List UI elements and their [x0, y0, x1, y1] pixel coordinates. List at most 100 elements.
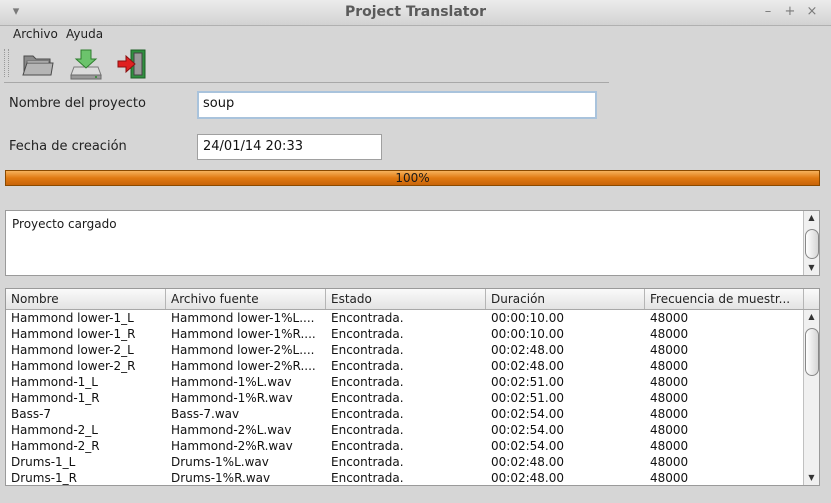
cell-archivo-fuente: Drums-1%R.wav — [171, 471, 271, 485]
table-row[interactable]: Drums-1_L Drums-1%L.wav Encontrada. 00:02:4… — [6, 454, 803, 470]
cell-estado: Encontrada. — [331, 471, 404, 485]
cell-duracion: 00:02:54.00 — [491, 423, 564, 437]
cell-estado: Encontrada. — [331, 375, 404, 389]
column-header-estado[interactable]: Estado — [326, 289, 486, 309]
toolbar-grip[interactable] — [4, 49, 9, 77]
cell-archivo-fuente: Hammond-2%R.wav — [171, 439, 293, 453]
cell-archivo-fuente: Hammond lower-1%L.... — [171, 311, 315, 325]
cell-duracion: 00:02:54.00 — [491, 439, 564, 453]
scroll-up-icon[interactable]: ▲ — [804, 211, 819, 225]
log-scrollbar[interactable]: ▲ ▼ — [803, 211, 819, 275]
cell-nombre: Hammond-1_R — [11, 391, 100, 405]
creation-date-label: Fecha de creación — [9, 139, 127, 154]
menu-ayuda[interactable]: Ayuda — [66, 27, 103, 41]
drive-download-icon — [70, 49, 102, 80]
cell-frecuencia: 48000 — [650, 375, 689, 389]
scroll-down-icon[interactable]: ▼ — [804, 471, 819, 485]
cell-archivo-fuente: Hammond-2%L.wav — [171, 423, 292, 437]
column-header-nombre[interactable]: Nombre — [6, 289, 166, 309]
exit-button[interactable] — [114, 47, 150, 81]
cell-archivo-fuente: Hammond-1%L.wav — [171, 375, 292, 389]
cell-frecuencia: 48000 — [650, 439, 689, 453]
table-row[interactable]: Hammond-2_R Hammond-2%R.wav Encontrada. 00:… — [6, 438, 803, 454]
cell-archivo-fuente: Drums-1%L.wav — [171, 455, 269, 469]
cell-estado: Encontrada. — [331, 327, 404, 341]
cell-duracion: 00:02:48.00 — [491, 343, 564, 357]
table-row[interactable]: Bass-7 Bass-7.wav Encontrada. 00:02:54.00 48… — [6, 406, 803, 422]
cell-estado: Encontrada. — [331, 455, 404, 469]
table-row[interactable]: Hammond-1_L Hammond-1%L.wav Encontrada. 00:… — [6, 374, 803, 390]
table-row[interactable]: Hammond lower-2_R Hammond lower-2%R.... En… — [6, 358, 803, 374]
minimize-icon[interactable]: – — [760, 4, 776, 20]
cell-archivo-fuente: Hammond lower-1%R.... — [171, 327, 316, 341]
cell-nombre: Hammond lower-1_R — [11, 327, 136, 341]
cell-nombre: Drums-1_R — [11, 471, 78, 485]
table-row[interactable]: Drums-1_R Drums-1%R.wav Encontrada. 00:02:4… — [6, 470, 803, 485]
cell-archivo-fuente: Hammond-1%R.wav — [171, 391, 293, 405]
column-header-archivo-fuente[interactable]: Archivo fuente — [166, 289, 326, 309]
cell-archivo-fuente: Bass-7.wav — [171, 407, 240, 421]
progress-text: 100% — [395, 171, 430, 185]
cell-duracion: 00:02:48.00 — [491, 359, 564, 373]
table-scroll-thumb[interactable] — [805, 328, 819, 376]
cell-duracion: 00:00:10.00 — [491, 327, 564, 341]
cell-nombre: Hammond-2_R — [11, 439, 100, 453]
translate-button[interactable] — [68, 47, 104, 81]
cell-estado: Encontrada. — [331, 311, 404, 325]
cell-frecuencia: 48000 — [650, 359, 689, 373]
column-header-frecuencia[interactable]: Frecuencia de muestr... — [645, 289, 804, 309]
open-project-button[interactable] — [20, 47, 56, 81]
cell-duracion: 00:02:51.00 — [491, 375, 564, 389]
close-icon[interactable]: × — [804, 4, 820, 20]
cell-estado: Encontrada. — [331, 359, 404, 373]
table-row[interactable]: Hammond-2_L Hammond-2%L.wav Encontrada. 00:… — [6, 422, 803, 438]
table-header: Nombre Archivo fuente Estado Duración Fr… — [6, 289, 819, 310]
log-text: Proyecto cargado — [12, 217, 117, 231]
cell-frecuencia: 48000 — [650, 423, 689, 437]
table-row[interactable]: Hammond lower-2_L Hammond lower-2%L.... En… — [6, 342, 803, 358]
title-bar: ▾ Project Translator – + × — [0, 0, 831, 26]
cell-estado: Encontrada. — [331, 423, 404, 437]
folder-icon — [22, 55, 54, 76]
cell-estado: Encontrada. — [331, 391, 404, 405]
cell-frecuencia: 48000 — [650, 407, 689, 421]
maximize-icon[interactable]: + — [782, 4, 798, 20]
cell-frecuencia: 48000 — [650, 391, 689, 405]
scroll-up-icon[interactable]: ▲ — [804, 310, 819, 324]
cell-duracion: 00:00:10.00 — [491, 311, 564, 325]
cell-archivo-fuente: Hammond lower-2%L.... — [171, 343, 315, 357]
log-area[interactable]: Proyecto cargado ▲ ▼ — [5, 210, 820, 276]
table-row[interactable]: Hammond-1_R Hammond-1%R.wav Encontrada. 00:… — [6, 390, 803, 406]
toolbar — [4, 45, 609, 83]
table-row[interactable]: Hammond lower-1_L Hammond lower-1%L.... En… — [6, 310, 803, 326]
table-scrollbar[interactable]: ▲ ▼ — [803, 310, 819, 485]
log-scroll-thumb[interactable] — [805, 229, 819, 259]
exit-door-icon — [117, 49, 146, 79]
cell-nombre: Hammond lower-2_L — [11, 343, 134, 357]
window-title: Project Translator — [344, 4, 487, 20]
cell-nombre: Hammond-2_L — [11, 423, 98, 437]
cell-estado: Encontrada. — [331, 407, 404, 421]
progress-bar: 100% — [5, 170, 820, 186]
project-name-label: Nombre del proyecto — [9, 96, 146, 111]
cell-frecuencia: 48000 — [650, 455, 689, 469]
cell-duracion: 00:02:48.00 — [491, 455, 564, 469]
menu-bar: Archivo Ayuda — [0, 26, 831, 45]
menu-archivo[interactable]: Archivo — [13, 27, 58, 41]
cell-nombre: Bass-7 — [11, 407, 52, 421]
scroll-down-icon[interactable]: ▼ — [804, 261, 819, 275]
table-row[interactable]: Hammond lower-1_R Hammond lower-1%R.... En… — [6, 326, 803, 342]
creation-date-field[interactable]: 24/01/14 20:33 — [197, 134, 382, 160]
project-name-field[interactable]: soup — [197, 91, 597, 119]
tracks-table: Nombre Archivo fuente Estado Duración Fr… — [5, 288, 820, 486]
cell-nombre: Hammond lower-2_R — [11, 359, 136, 373]
cell-nombre: Drums-1_L — [11, 455, 76, 469]
cell-frecuencia: 48000 — [650, 327, 689, 341]
cell-nombre: Hammond lower-1_L — [11, 311, 134, 325]
cell-nombre: Hammond-1_L — [11, 375, 98, 389]
column-header-duracion[interactable]: Duración — [486, 289, 645, 309]
cell-duracion: 00:02:48.00 — [491, 471, 564, 485]
cell-estado: Encontrada. — [331, 439, 404, 453]
cell-archivo-fuente: Hammond lower-2%R.... — [171, 359, 316, 373]
cell-frecuencia: 48000 — [650, 471, 689, 485]
